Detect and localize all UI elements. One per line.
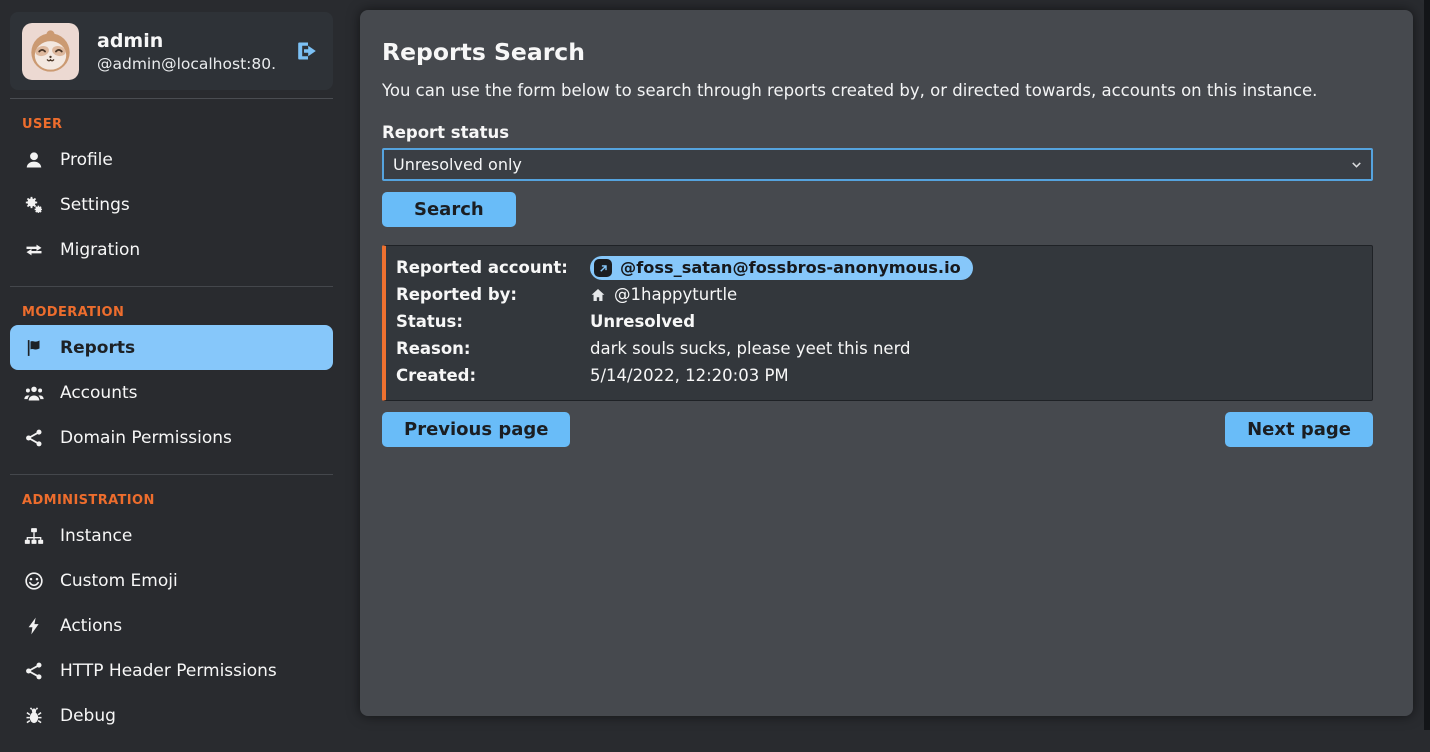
sidebar-item-http-header-permissions[interactable]: HTTP Header Permissions: [10, 648, 333, 693]
search-button[interactable]: Search: [382, 192, 516, 227]
users-icon: [23, 383, 45, 403]
username: admin: [97, 29, 275, 55]
external-link-icon: [594, 259, 612, 277]
sidebar-item-label: Reports: [60, 338, 135, 358]
transfer-arrows-icon: [23, 240, 45, 260]
report-card[interactable]: Reported account: @foss_satan@fossbros-a…: [382, 245, 1373, 401]
created-label: Created:: [396, 363, 590, 389]
user-icon: [23, 150, 45, 170]
sidebar-item-actions[interactable]: Actions: [10, 603, 333, 648]
sidebar-item-label: Accounts: [60, 383, 138, 403]
reason-value: dark souls sucks, please yeet this nerd: [590, 336, 1362, 362]
sidebar-item-label: Profile: [60, 150, 113, 170]
sidebar-item-label: Settings: [60, 195, 130, 215]
report-status-select[interactable]: Unresolved only: [382, 148, 1373, 181]
pagination: Previous page Next page: [382, 412, 1373, 447]
logout-button[interactable]: [293, 37, 321, 65]
reported-account-value: @foss_satan@fossbros-anonymous.io: [590, 255, 1362, 281]
gears-icon: [23, 195, 45, 215]
status-value: Unresolved: [590, 309, 1362, 335]
previous-page-button[interactable]: Previous page: [382, 412, 570, 447]
sitemap-icon: [23, 526, 45, 546]
sidebar-item-label: HTTP Header Permissions: [60, 661, 277, 681]
user-meta: admin @admin@localhost:80...: [97, 29, 275, 73]
reported-by-handle: @1happyturtle: [614, 282, 737, 308]
reported-account-link[interactable]: @foss_satan@fossbros-anonymous.io: [590, 256, 973, 280]
sidebar-item-debug[interactable]: Debug: [10, 693, 333, 738]
reported-account-handle: @foss_satan@fossbros-anonymous.io: [620, 257, 961, 279]
scrollbar[interactable]: [1424, 0, 1430, 730]
section-header-moderation: MODERATION: [22, 305, 333, 320]
sidebar-item-reports[interactable]: Reports: [10, 325, 333, 370]
sidebar-section-administration: ADMINISTRATION Instance: [10, 475, 333, 752]
page-title: Reports Search: [382, 38, 1373, 66]
user-card-wrap: admin @admin@localhost:80...: [10, 12, 333, 99]
sidebar-item-profile[interactable]: Profile: [10, 137, 333, 182]
flag-icon: [23, 338, 45, 358]
main-wrap: Reports Search You can use the form belo…: [360, 10, 1413, 716]
report-status-select-wrap: Unresolved only: [382, 148, 1373, 181]
bug-icon: [23, 706, 45, 726]
sidebar-item-label: Actions: [60, 616, 122, 636]
reported-account-label: Reported account:: [396, 255, 590, 281]
home-icon: [590, 287, 606, 303]
status-label: Status:: [396, 309, 590, 335]
sidebar-item-label: Debug: [60, 706, 116, 726]
user-card[interactable]: admin @admin@localhost:80...: [10, 12, 333, 90]
bolt-icon: [23, 616, 45, 636]
user-handle: @admin@localhost:80...: [97, 55, 275, 73]
smiley-icon: [23, 571, 45, 591]
sidebar-item-label: Instance: [60, 526, 132, 546]
share-nodes-icon: [23, 661, 45, 681]
section-header-user: USER: [22, 117, 333, 132]
share-nodes-icon: [23, 428, 45, 448]
sidebar-item-accounts[interactable]: Accounts: [10, 370, 333, 415]
sloth-avatar: [22, 23, 79, 80]
reason-label: Reason:: [396, 336, 590, 362]
section-header-administration: ADMINISTRATION: [22, 493, 333, 508]
reported-by-label: Reported by:: [396, 282, 590, 308]
sidebar-section-user: USER Profile Settings Migration: [10, 99, 333, 287]
reports-search-panel: Reports Search You can use the form belo…: [360, 10, 1413, 716]
sidebar-item-settings[interactable]: Settings: [10, 182, 333, 227]
created-value: 5/14/2022, 12:20:03 PM: [590, 363, 1362, 389]
sidebar: admin @admin@localhost:80... USER Profil…: [0, 0, 345, 730]
sidebar-item-migration[interactable]: Migration: [10, 227, 333, 272]
sidebar-item-label: Domain Permissions: [60, 428, 232, 448]
reported-by-value: @1happyturtle: [590, 282, 1362, 308]
report-status-label: Report status: [382, 123, 1373, 142]
sidebar-section-moderation: MODERATION Reports Accounts: [10, 287, 333, 475]
sidebar-item-label: Custom Emoji: [60, 571, 178, 591]
page-description: You can use the form below to search thr…: [382, 81, 1373, 100]
sign-out-icon: [295, 39, 319, 63]
sidebar-item-custom-emoji[interactable]: Custom Emoji: [10, 558, 333, 603]
report-grid: Reported account: @foss_satan@fossbros-a…: [396, 255, 1362, 389]
sidebar-item-instance[interactable]: Instance: [10, 513, 333, 558]
next-page-button[interactable]: Next page: [1225, 412, 1373, 447]
sidebar-item-label: Migration: [60, 240, 140, 260]
sidebar-item-domain-permissions[interactable]: Domain Permissions: [10, 415, 333, 460]
